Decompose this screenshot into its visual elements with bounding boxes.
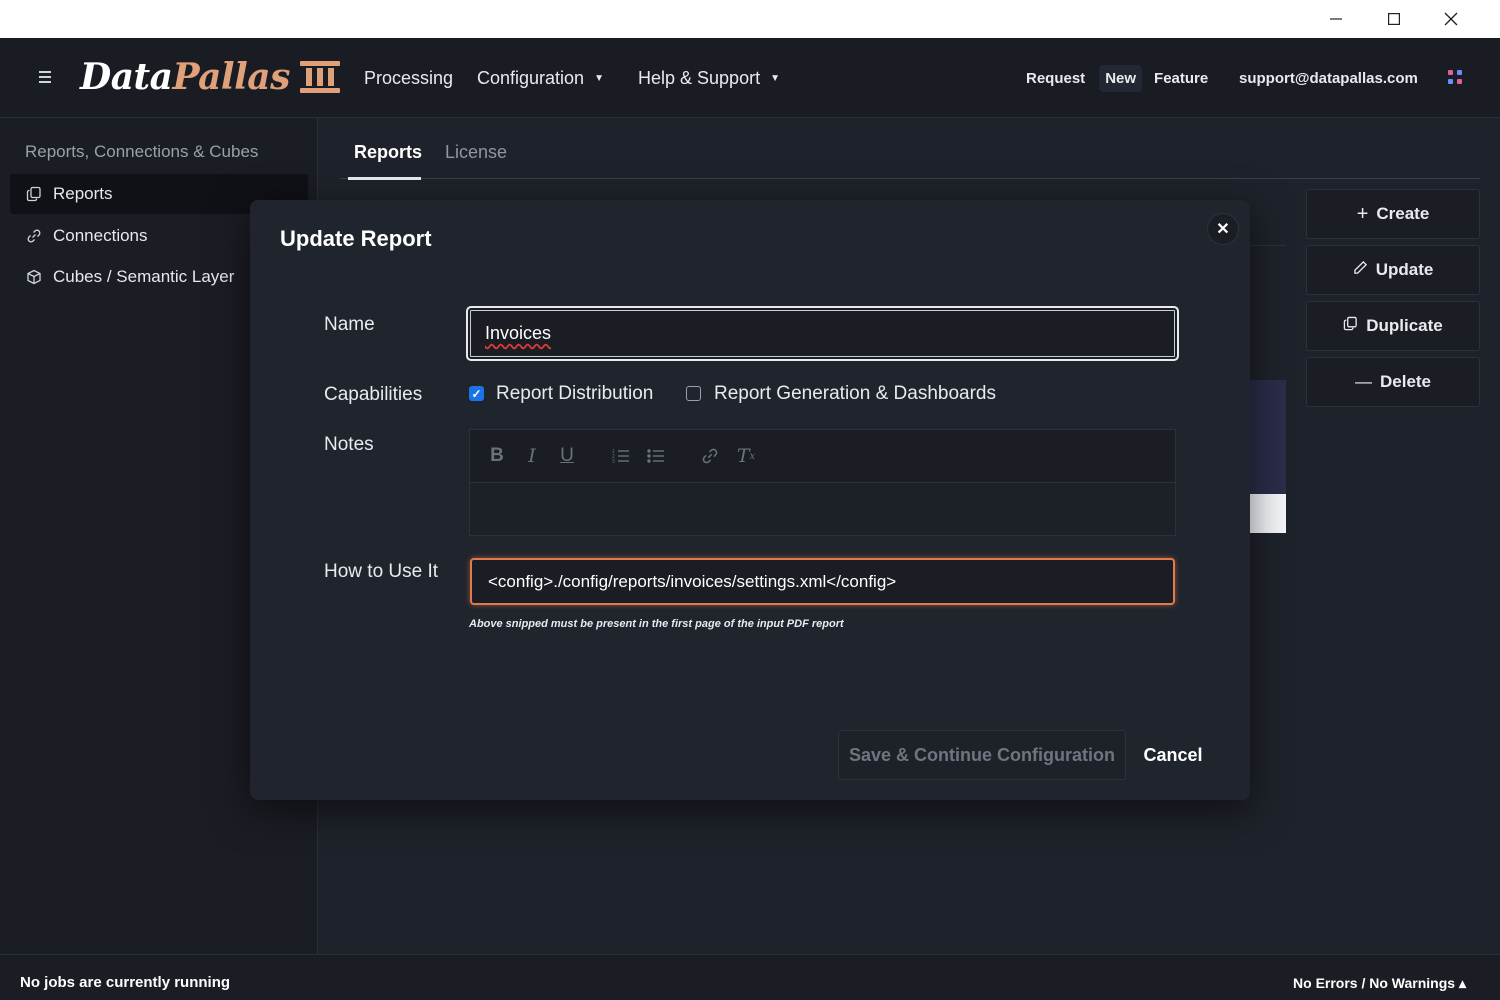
new-badge: New (1099, 64, 1143, 92)
create-button-label: Create (1376, 204, 1430, 223)
table-divider (1250, 245, 1286, 246)
nav-configuration[interactable]: Configuration ▼ (477, 38, 604, 118)
nav-help-support[interactable]: Help & Support ▼ (638, 38, 780, 118)
tab-reports[interactable]: Reports (354, 142, 422, 163)
duplicate-button[interactable]: Duplicate (1306, 301, 1480, 351)
nav-processing-label: Processing (364, 67, 454, 88)
maximize-icon[interactable] (1366, 0, 1422, 38)
sidebar-title: Reports, Connections & Cubes (25, 142, 259, 161)
duplicate-button-label: Duplicate (1366, 316, 1443, 335)
nav-processing[interactable]: Processing (364, 38, 453, 118)
name-label: Name (324, 314, 375, 335)
notes-editor: B I U 123 Tx (469, 429, 1176, 536)
delete-button[interactable]: — Delete (1306, 357, 1480, 407)
support-email-label: support@datapallas.com (1239, 69, 1418, 87)
link-icon (25, 227, 43, 245)
support-email-link[interactable]: support@datapallas.com (1239, 38, 1418, 118)
active-tab-indicator (348, 177, 421, 180)
bullet-list-icon[interactable] (645, 444, 667, 468)
feature-label: Feature (1154, 69, 1209, 87)
report-generation-label[interactable]: Report Generation & Dashboards (714, 383, 996, 405)
link-icon[interactable] (699, 444, 721, 468)
minus-icon: — (1354, 372, 1372, 391)
notes-label: Notes (324, 434, 374, 455)
window-titlebar (0, 0, 1500, 38)
create-button[interactable]: + Create (1306, 189, 1480, 239)
underline-icon[interactable]: U (556, 444, 578, 468)
plus-icon: + (1356, 202, 1369, 225)
cube-icon (25, 268, 43, 286)
cancel-button[interactable]: Cancel (1140, 730, 1206, 780)
minimize-icon[interactable] (1308, 0, 1364, 38)
main-tabs: Reports License (340, 130, 1480, 180)
tab-license-label: License (445, 142, 508, 162)
close-icon[interactable] (1423, 0, 1479, 38)
pillars-logo-icon (299, 61, 340, 93)
bold-icon[interactable]: B (486, 444, 508, 468)
table-selected-row (1250, 380, 1286, 494)
how-to-use-hint: Above snipped must be present in the fir… (469, 618, 844, 630)
app-header: Data Pallas Processing Configuration ▼ He… (0, 38, 1500, 118)
caret-down-icon: ▼ (594, 72, 604, 84)
pencil-icon (1353, 260, 1368, 280)
sidebar-item-label: Connections (53, 226, 148, 245)
dialog-title: Update Report (280, 226, 432, 251)
errors-warnings-status[interactable]: No Errors / No Warnings ▴ (1293, 975, 1466, 992)
clear-format-icon[interactable]: Tx (735, 444, 757, 468)
logo-text-data: Data (80, 56, 173, 98)
update-button[interactable]: Update (1306, 245, 1480, 295)
nav-help-support-label: Help & Support (638, 67, 761, 88)
capabilities-label: Capabilities (324, 384, 423, 405)
apps-grid-icon[interactable] (1446, 68, 1464, 86)
report-distribution-checkbox[interactable]: ✓ (469, 386, 484, 401)
report-distribution-label[interactable]: Report Distribution (496, 383, 653, 405)
tab-license[interactable]: License (445, 142, 507, 163)
how-to-use-field[interactable]: <config>./config/reports/invoices/settin… (470, 558, 1175, 605)
logo-text-pallas: Pallas (172, 56, 291, 98)
hamburger-menu-icon[interactable] (34, 66, 56, 88)
save-continue-label: Save & Continue Configuration (848, 744, 1115, 765)
sidebar-item-label: Reports (53, 184, 113, 203)
how-to-use-value: <config>./config/reports/invoices/settin… (488, 571, 897, 591)
copy-icon (25, 185, 43, 203)
request-label: Request (1026, 69, 1086, 87)
tab-reports-label: Reports (354, 142, 423, 162)
nav-configuration-label: Configuration (477, 67, 585, 88)
jobs-status[interactable]: No jobs are currently running (20, 974, 230, 991)
app-logo[interactable]: Data Pallas (80, 52, 340, 102)
save-continue-button[interactable]: Save & Continue Configuration (838, 730, 1126, 780)
ordered-list-icon[interactable]: 123 (610, 444, 632, 468)
svg-text:3: 3 (612, 459, 615, 464)
caret-down-icon: ▼ (770, 72, 780, 84)
report-generation-checkbox[interactable] (686, 386, 701, 401)
table-row (1250, 494, 1286, 533)
request-feature-link[interactable]: Request New Feature (1026, 38, 1208, 118)
update-button-label: Update (1375, 260, 1434, 279)
status-bar: No jobs are currently running No Errors … (0, 954, 1500, 1000)
delete-button-label: Delete (1379, 372, 1432, 391)
name-field[interactable]: Invoices (466, 306, 1179, 361)
cancel-label: Cancel (1143, 744, 1203, 765)
copy-icon (1343, 316, 1358, 336)
name-field-value: Invoices (485, 323, 552, 343)
close-icon[interactable]: ✕ (1207, 213, 1239, 245)
sidebar-item-label: Cubes / Semantic Layer (53, 267, 235, 286)
italic-icon[interactable]: I (521, 444, 543, 468)
editor-toolbar: B I U 123 Tx (470, 430, 1175, 483)
how-to-use-label: How to Use It (324, 561, 439, 582)
